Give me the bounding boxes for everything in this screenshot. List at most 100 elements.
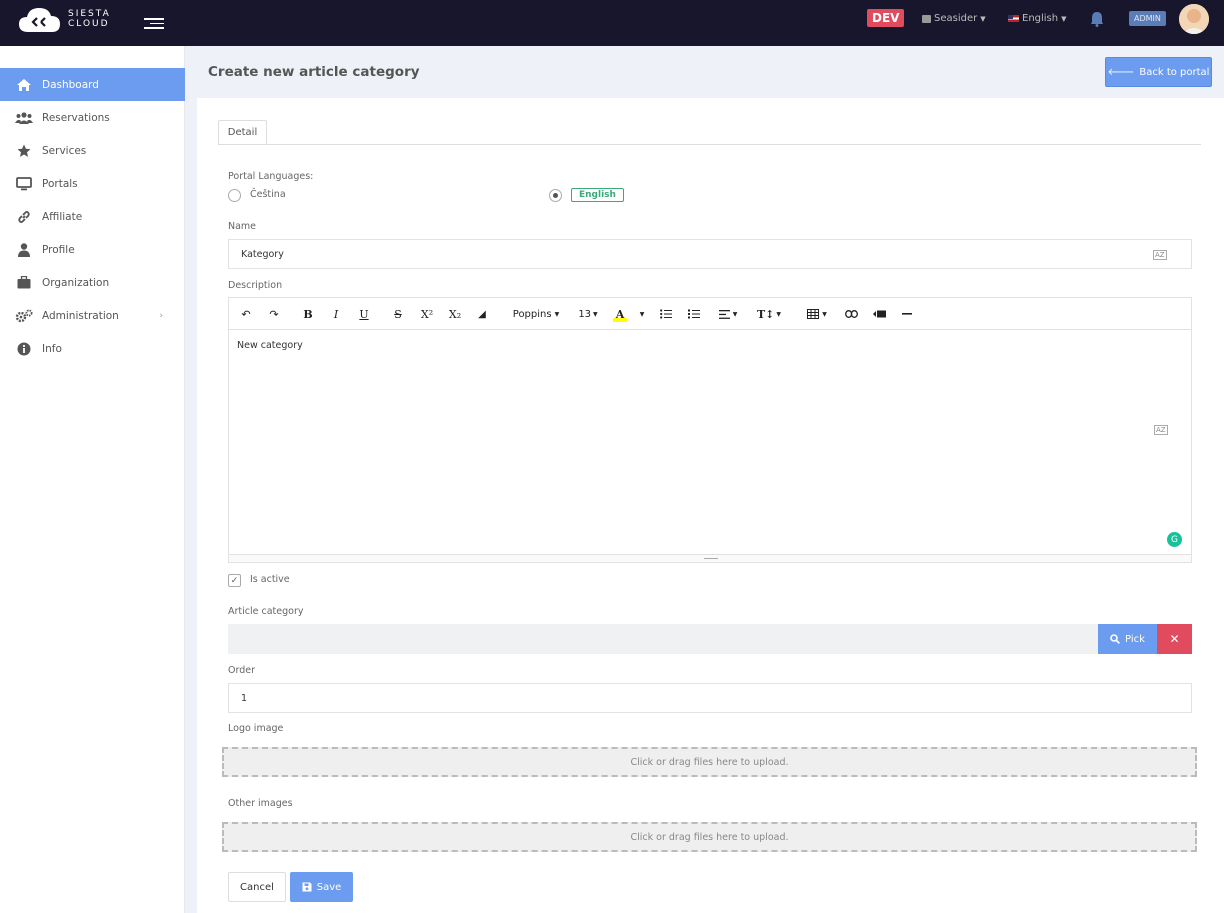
sidebar-item-organization[interactable]: Organization <box>0 266 185 299</box>
name-value: Kategory <box>241 248 284 260</box>
order-value: 1 <box>241 692 248 704</box>
role-badge: ADMIN <box>1129 11 1166 26</box>
chevron-right-icon: › <box>159 310 163 321</box>
dropzone-text: Click or drag files here to upload. <box>630 756 789 768</box>
users-icon <box>15 110 33 126</box>
cancel-button[interactable]: Cancel <box>228 872 286 902</box>
text-color-icon[interactable]: A <box>613 306 627 322</box>
clear-button[interactable]: ✕ <box>1157 624 1192 654</box>
sidebar-item-administration[interactable]: Administration › <box>0 299 185 332</box>
text-height-icon: T↕ <box>756 307 775 321</box>
line-height-dropdown[interactable]: T↕ ▼ <box>755 306 783 322</box>
font-size-select[interactable]: 13 ▼ <box>577 306 599 322</box>
caret-down-icon: ▼ <box>554 310 560 318</box>
caret-down-icon: ▼ <box>593 310 598 318</box>
flag-us-icon <box>1008 15 1019 22</box>
translate-icon[interactable]: AZ <box>1154 425 1168 435</box>
dropzone-text: Click or drag files here to upload. <box>630 831 789 843</box>
lang-radio-cz[interactable] <box>228 189 241 202</box>
eraser-icon[interactable]: ◢ <box>475 306 489 322</box>
sidebar-item-affiliate[interactable]: Affiliate <box>0 200 185 233</box>
menu-toggle-icon[interactable] <box>144 15 164 29</box>
sidebar-item-label: Reservations <box>42 111 110 124</box>
name-label: Name <box>228 221 257 232</box>
rich-text-editor: ↶ ↷ B I U S X² X₂ ◢ Poppins ▼ 13 ▼ A ▼ ▼… <box>228 297 1192 563</box>
video-icon[interactable] <box>871 306 887 322</box>
bell-icon[interactable] <box>1090 11 1104 30</box>
other-images-dropzone[interactable]: Click or drag files here to upload. <box>222 822 1197 852</box>
article-category-label: Article category <box>228 606 304 617</box>
back-to-portal-button[interactable]: 🡐 Back to portal <box>1105 57 1212 87</box>
order-input[interactable]: 1 <box>228 683 1192 713</box>
lang-radio-en[interactable] <box>549 189 562 202</box>
save-button[interactable]: Save <box>290 872 353 902</box>
is-active-checkbox[interactable]: ✓ <box>228 574 241 587</box>
organization-dropdown[interactable]: Seasider ▼ <box>922 13 986 24</box>
sidebar-item-label: Portals <box>42 177 78 190</box>
pick-button[interactable]: Pick <box>1098 624 1157 654</box>
avatar[interactable] <box>1179 4 1209 34</box>
subscript-icon[interactable]: X₂ <box>447 306 463 322</box>
sidebar-item-dashboard[interactable]: Dashboard <box>0 68 185 101</box>
arrow-left-icon: 🡐 <box>1107 67 1135 78</box>
star-icon <box>15 143 33 159</box>
home-icon <box>15 77 33 93</box>
sidebar-item-label: Administration <box>42 309 119 322</box>
font-size-value: 13 <box>578 308 592 320</box>
align-left-icon <box>718 309 730 319</box>
redo-icon[interactable]: ↷ <box>267 306 281 322</box>
organization-label: Seasider <box>934 13 978 24</box>
tab-detail[interactable]: Detail <box>218 120 267 145</box>
pick-button-label: Pick <box>1125 633 1145 645</box>
save-icon <box>302 882 312 892</box>
sidebar: Dashboard Reservations Services Portals … <box>0 46 185 913</box>
underline-icon[interactable]: U <box>357 306 371 322</box>
is-active-label: Is active <box>250 574 290 585</box>
sidebar-item-info[interactable]: Info <box>0 332 185 365</box>
grammarly-icon[interactable]: G <box>1167 532 1182 547</box>
caret-down-icon: ▼ <box>822 310 827 318</box>
editor-content[interactable]: New category <box>237 340 303 351</box>
chevron-down-icon: ▼ <box>980 14 986 23</box>
logo-image-label: Logo image <box>228 723 284 734</box>
sidebar-item-label: Profile <box>42 243 75 256</box>
language-dropdown[interactable]: English ▼ <box>1008 13 1067 24</box>
chevron-down-icon: ▼ <box>1061 14 1067 23</box>
sidebar-item-profile[interactable]: Profile <box>0 233 185 266</box>
close-icon: ✕ <box>1169 632 1180 646</box>
horizontal-rule-icon[interactable] <box>899 306 915 322</box>
caret-down-icon: ▼ <box>776 310 782 318</box>
translate-icon[interactable]: AZ <box>1153 250 1167 260</box>
superscript-icon[interactable]: X² <box>419 306 435 322</box>
sidebar-item-reservations[interactable]: Reservations <box>0 101 185 134</box>
table-dropdown[interactable]: ▼ <box>803 306 831 322</box>
sidebar-item-services[interactable]: Services <box>0 134 185 167</box>
page-title: Create new article category <box>208 64 420 80</box>
font-family-select[interactable]: Poppins ▼ <box>509 306 563 322</box>
monitor-icon <box>15 176 33 192</box>
name-input[interactable]: Kategory <box>228 239 1192 269</box>
sidebar-item-portals[interactable]: Portals <box>0 167 185 200</box>
numbered-list-icon[interactable] <box>687 306 701 322</box>
logo[interactable]: SIESTA CLOUD <box>18 5 111 33</box>
building-icon <box>922 14 931 23</box>
bullet-list-icon[interactable] <box>659 306 673 322</box>
strikethrough-icon[interactable]: S <box>391 306 405 322</box>
caret-down-icon[interactable]: ▼ <box>637 306 647 322</box>
editor-resize-handle[interactable] <box>229 554 1191 562</box>
top-bar: SIESTA CLOUD DEV Seasider ▼ English ▼ AD… <box>0 0 1224 46</box>
order-label: Order <box>228 665 255 676</box>
undo-icon[interactable]: ↶ <box>239 306 253 322</box>
search-icon <box>1110 634 1121 644</box>
link-icon[interactable] <box>843 306 859 322</box>
bold-icon[interactable]: B <box>301 306 315 322</box>
sidebar-item-label: Info <box>42 342 62 355</box>
italic-icon[interactable]: I <box>329 306 343 322</box>
cogs-icon <box>15 308 33 324</box>
link-icon <box>15 209 33 225</box>
logo-image-dropzone[interactable]: Click or drag files here to upload. <box>222 747 1197 777</box>
other-images-label: Other images <box>228 798 293 809</box>
back-button-label: Back to portal <box>1139 66 1210 78</box>
align-dropdown[interactable]: ▼ <box>715 306 741 322</box>
editor-toolbar: ↶ ↷ B I U S X² X₂ ◢ Poppins ▼ 13 ▼ A ▼ ▼… <box>229 298 1191 330</box>
